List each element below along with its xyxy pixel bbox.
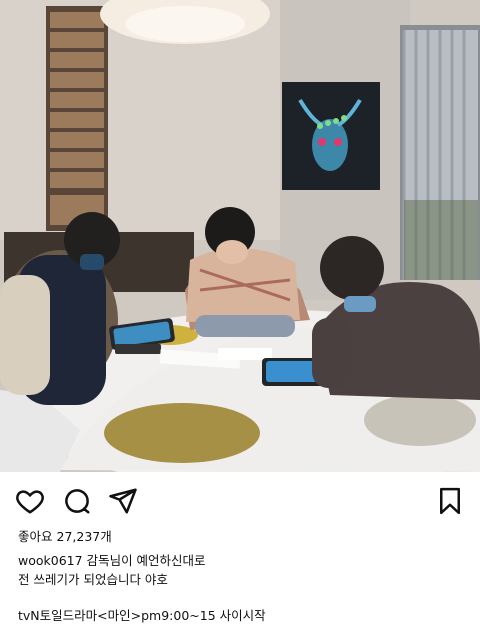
caption-line-1: 감독님이 예언하신대로 [86,553,206,568]
likes-count[interactable]: 좋아요 27,237개 [18,526,112,545]
post-action-bar [0,472,480,528]
heart-icon[interactable] [15,486,45,516]
bookmark-icon[interactable] [435,486,465,516]
comment-icon[interactable] [62,486,92,516]
caption-username[interactable]: wook0617 [18,553,83,568]
post-caption: wook0617 감독님이 예언하신대로 전 쓰레기가 되었습니다 야호 [18,551,458,589]
likes-label: 좋아요 [18,529,53,544]
send-icon[interactable] [108,486,138,516]
post-photo[interactable] [0,0,480,472]
likes-number: 27,237개 [56,529,112,544]
caption-line-3: tvN토일드라마<마인>pm9:00~15 사이시작 [18,608,266,623]
caption-line-2: 전 쓰레기가 되었습니다 야호 [18,572,168,587]
